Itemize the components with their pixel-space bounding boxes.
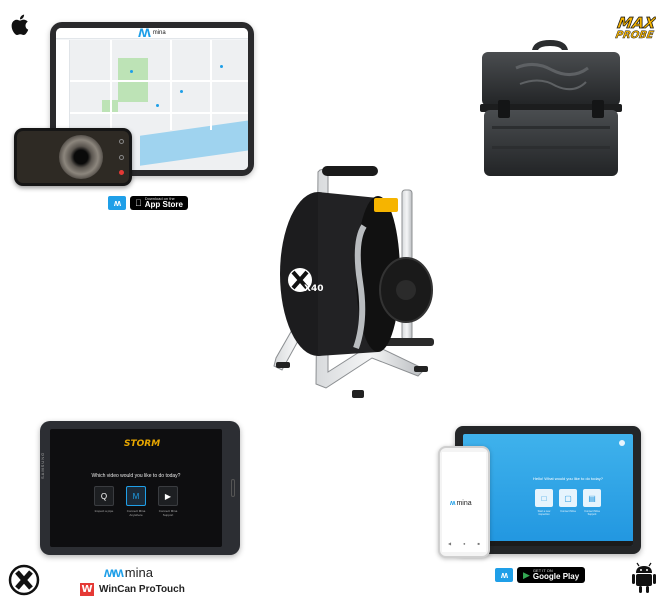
samsung-home-button[interactable] [231,479,235,497]
wincan-brand-text: WinCan ProTouch [99,583,185,595]
phone-mina-text: mina [456,500,472,507]
close-icon[interactable] [619,440,625,446]
map-road [170,40,172,130]
mina-brand: ʍʍ mina [104,565,153,579]
android-phone-screen: ʍ mina ◀ ● ■ [442,452,486,552]
record-icon[interactable] [119,170,124,175]
wincan-logo-icon: W [80,583,94,596]
tile-caption: Connect Mina [560,510,576,513]
tile-caption: Inspect a pipe [94,509,114,513]
android-phone-device: ʍ mina ◀ ● ■ [438,446,490,558]
ipad-app-title: mina [152,30,166,36]
samsung-option-tiles: Q M ▶ [50,486,222,506]
mina-app-icon: ʍ [108,196,126,210]
x40-label: X40 [304,284,324,294]
support-tile[interactable]: ▤ [583,489,601,507]
new-inspection-tile[interactable]: □ [535,489,553,507]
ipad-app-header: ʍ mina [56,28,248,41]
wincan-brand: W WinCan ProTouch [80,583,185,596]
mina-waves-icon: ʍ [450,500,456,507]
map-pin[interactable] [220,65,223,68]
map-road [70,112,248,114]
map-pin[interactable] [180,90,183,93]
phone-mina-logo: ʍ mina [450,500,472,507]
tile-caption: Connect Mina Anywhere [126,509,146,517]
mina-question-text: Hello! What would you like to do today? [532,476,604,481]
iphone-device [14,128,132,186]
camera-controls [119,139,125,175]
mina-tile[interactable]: M [126,486,146,506]
mina-tile-captions: Start a new inspection Connect Mina Conn… [503,510,633,516]
samsung-tablet-device: STORM Which video would you like to do t… [40,421,240,555]
carry-case-image [480,40,622,176]
mina-brand-text: mina [124,564,153,580]
apple-small-icon:  [135,198,142,208]
x40-reel-image [273,166,434,398]
app-store-small-text: Download on the [138,196,175,201]
samsung-tile-captions: Inspect a pipe Connect Mina Anywhere Con… [50,509,222,517]
mina-waves-icon: ʍʍ [104,564,124,580]
samsung-brand-text: SAMSUNG [40,451,45,479]
back-icon[interactable]: ◀ [448,541,451,546]
connect-mina-tile[interactable]: ▢ [559,489,577,507]
map-road [210,40,212,130]
map-pin[interactable] [156,104,159,107]
samsung-tablet-screen: STORM Which video would you like to do t… [50,429,222,547]
x-brand-logo [8,564,40,596]
google-play-badge-row: ʍ ▶ GET IT ON Google Play [495,567,586,583]
home-icon[interactable]: ● [463,541,465,546]
storm-app-logo: STORM [124,439,161,449]
recents-icon[interactable]: ■ [478,541,480,546]
app-store-badge[interactable]:  Download on the App Store [130,196,188,210]
mina-option-tiles: □ ▢ ▤ [503,489,633,507]
android-icon [632,562,656,593]
map-water [140,120,248,166]
inspect-pipe-tile[interactable]: Q [94,486,114,506]
google-play-small-text: GET IT ON [532,568,553,573]
camera-snapshot-icon[interactable] [119,154,124,160]
google-play-icon: ▶ [523,569,530,580]
apple-icon [11,14,29,36]
map-road [70,80,248,82]
camera-settings-icon[interactable] [119,139,124,144]
mina-app-icon: ʍ [495,568,513,582]
app-store-badge-row: ʍ  Download on the App Store [108,196,188,210]
support-tile[interactable]: ▶ [158,486,178,506]
app-store-big-text: App Store [138,200,183,209]
google-play-big-text: Google Play [532,572,580,581]
pipe-camera-feed [59,135,103,179]
phone-nav-bar: ◀ ● ■ [442,541,486,546]
maxprobe-logo-line1: MAX [616,14,656,33]
samsung-question-text: Which video would you like to do today? [91,473,181,479]
map-pin[interactable] [130,70,133,73]
iphone-camera-view [17,131,129,183]
tile-caption: Connect Mina Support [158,509,178,517]
tile-caption: Start a new inspection [537,510,551,516]
google-play-badge[interactable]: ▶ GET IT ON Google Play [517,567,586,583]
tile-caption: Connect Mina Support [584,510,600,516]
